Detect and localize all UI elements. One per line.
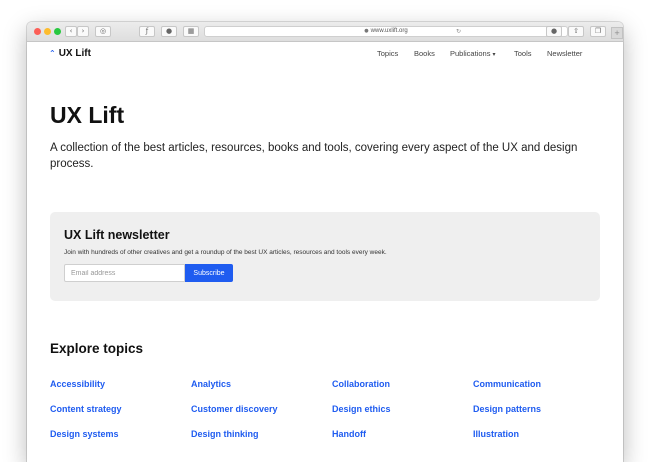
topic-communication[interactable]: Communication	[473, 379, 541, 389]
minimize-window-button[interactable]	[44, 28, 51, 35]
topics-heading: Explore topics	[50, 341, 144, 356]
zoom-window-button[interactable]	[54, 28, 61, 35]
address-text: www.uxlift.org	[370, 28, 408, 34]
lock-icon: ●	[364, 28, 369, 34]
address-bar[interactable]: ● www.uxlift.org ↻	[204, 26, 568, 37]
nav-publications[interactable]: Publications ▾	[450, 49, 496, 58]
page-description: A collection of the best articles, resou…	[50, 142, 578, 170]
bookmark-icon[interactable]: ▦	[183, 26, 199, 37]
tabs-icon[interactable]: ❐	[590, 26, 606, 37]
topic-handoff[interactable]: Handoff	[332, 429, 366, 439]
page-title: UX Lift	[50, 102, 125, 128]
nav-books[interactable]: Books	[414, 49, 435, 58]
nav-newsletter[interactable]: Newsletter	[547, 49, 582, 58]
browser-toolbar: ‹ › ◎ ƒ ● ▦ ● www.uxlift.org ↻ ● ⇧ ❐	[27, 22, 623, 42]
nav-publications-label: Publications	[450, 49, 491, 58]
close-window-button[interactable]	[34, 28, 41, 35]
reload-icon[interactable]: ↻	[456, 27, 461, 36]
topic-analytics[interactable]: Analytics	[191, 379, 231, 389]
topic-design-systems[interactable]: Design systems	[50, 429, 119, 439]
topic-collaboration[interactable]: Collaboration	[332, 379, 390, 389]
newsletter-description: Join with hundreds of other creatives an…	[64, 249, 387, 256]
topic-illustration[interactable]: Illustration	[473, 429, 519, 439]
topic-customer-discovery[interactable]: Customer discovery	[191, 404, 278, 414]
download-icon[interactable]: ●	[546, 26, 562, 37]
topic-accessibility[interactable]: Accessibility	[50, 379, 105, 389]
share-icon[interactable]: ⇧	[568, 26, 584, 37]
forward-icon[interactable]: ›	[77, 26, 89, 37]
site-navbar: ⌃ UX Lift Topics Books Publications ▾ Too…	[27, 41, 623, 66]
subscribe-button[interactable]: Subscribe	[185, 264, 233, 282]
sidebar-toggle-icon[interactable]: +	[611, 27, 623, 39]
newsletter-panel: UX Lift newsletter Join with hundreds of…	[50, 212, 600, 301]
topic-design-ethics[interactable]: Design ethics	[332, 404, 391, 414]
extension-icon[interactable]: ●	[161, 26, 177, 37]
email-field[interactable]	[64, 264, 185, 282]
reader-icon[interactable]: ƒ	[139, 26, 155, 37]
newsletter-title: UX Lift newsletter	[64, 228, 170, 242]
nav-topics[interactable]: Topics	[377, 49, 398, 58]
site-logo[interactable]: ⌃ UX Lift	[49, 48, 91, 59]
nav-tools[interactable]: Tools	[514, 49, 532, 58]
browser-window: ‹ › ◎ ƒ ● ▦ ● www.uxlift.org ↻ ● ⇧ ❐ ⌃ UX …	[27, 22, 623, 462]
topic-content-strategy[interactable]: Content strategy	[50, 404, 122, 414]
topic-design-patterns[interactable]: Design patterns	[473, 404, 541, 414]
privacy-icon[interactable]: ◎	[95, 26, 111, 37]
chevron-down-icon: ▾	[492, 51, 496, 58]
chevron-up-icon: ⌃	[49, 49, 56, 58]
back-icon[interactable]: ‹	[65, 26, 77, 37]
topic-design-thinking[interactable]: Design thinking	[191, 429, 259, 439]
logo-text: UX Lift	[58, 48, 91, 59]
